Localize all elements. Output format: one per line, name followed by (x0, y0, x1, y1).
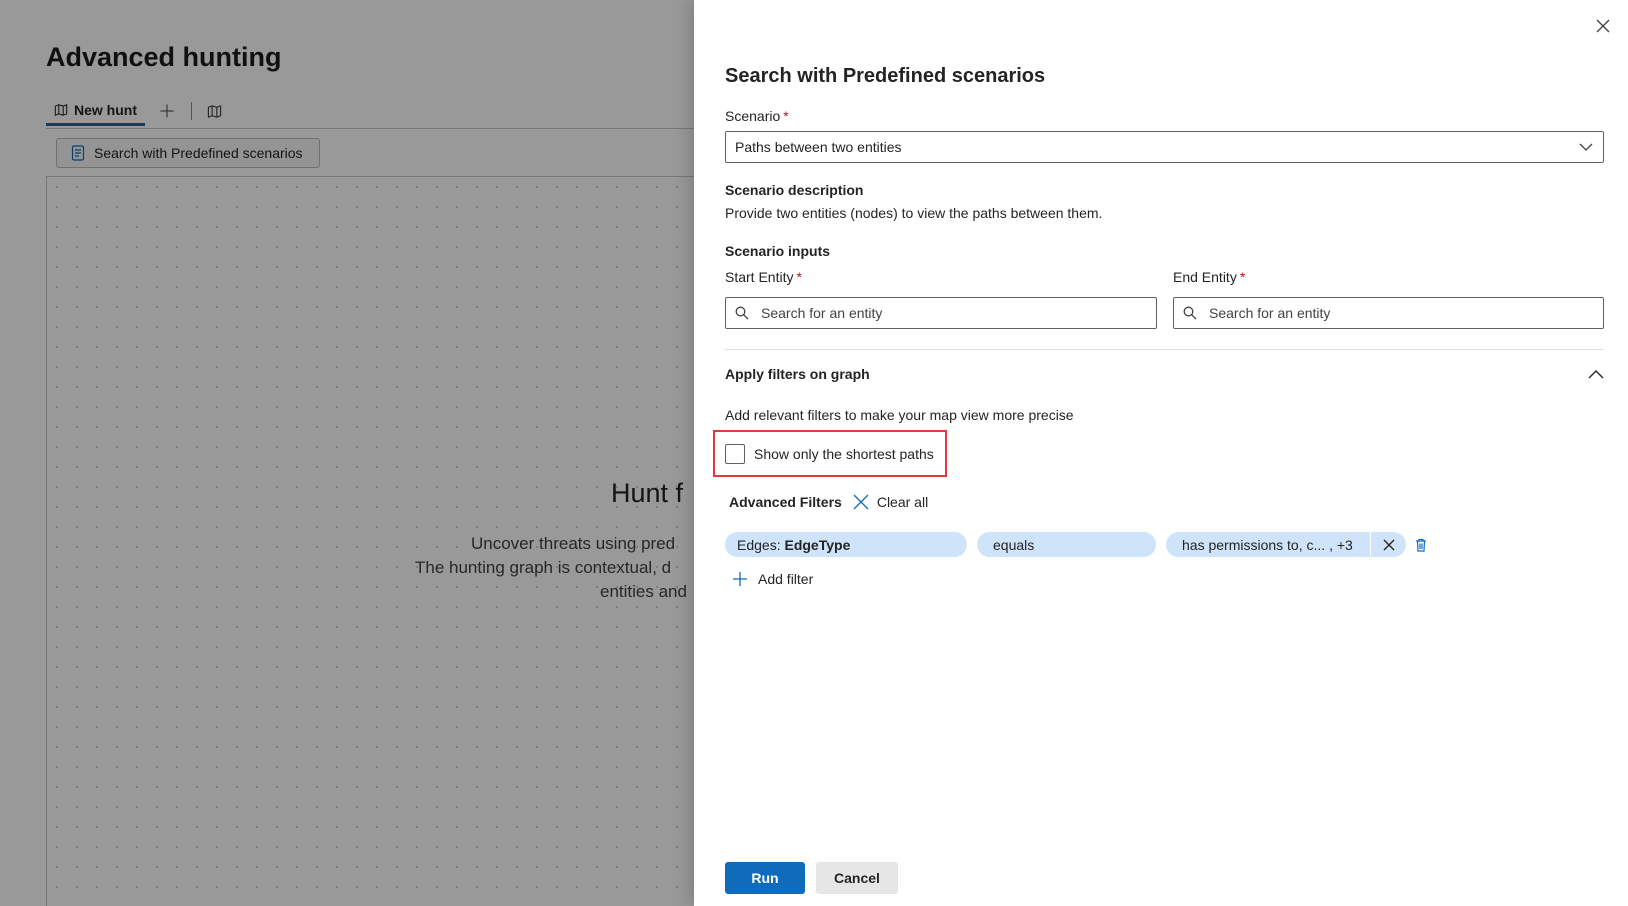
start-entity-search[interactable] (725, 297, 1157, 329)
chevron-down-icon (1579, 143, 1593, 151)
trash-icon (1416, 538, 1426, 552)
add-filter-button[interactable]: Add filter (732, 571, 813, 587)
chevron-up-icon (1588, 369, 1604, 378)
modal-overlay[interactable] (0, 0, 694, 906)
end-entity-label: End Entity * (1173, 269, 1245, 285)
filter-value-pill[interactable]: has permissions to, c... , +3 (1166, 532, 1370, 557)
section-divider (725, 349, 1604, 350)
filter-operator-pill[interactable]: equals (977, 532, 1156, 557)
plus-icon (733, 572, 747, 586)
filters-hint: Add relevant filters to make your map vi… (725, 407, 1074, 423)
shortest-paths-label: Show only the shortest paths (754, 446, 934, 462)
scenario-description-heading: Scenario description (725, 182, 864, 198)
filters-accordion-header[interactable]: Apply filters on graph (725, 362, 1604, 386)
scenario-selected-value: Paths between two entities (735, 139, 902, 155)
end-entity-search[interactable] (1173, 297, 1604, 329)
remove-filter-value-button[interactable] (1370, 532, 1406, 557)
shortest-paths-checkbox[interactable]: Show only the shortest paths (725, 444, 934, 464)
filter-field-name: EdgeType (784, 536, 851, 553)
filter-field-pill[interactable]: Edges: EdgeType (725, 532, 967, 557)
clear-all-label: Clear all (876, 494, 929, 510)
advanced-filters-title: Advanced Filters (729, 494, 842, 510)
start-entity-label-text: Start Entity (725, 269, 794, 285)
search-icon (735, 306, 749, 320)
scenario-inputs-heading: Scenario inputs (725, 243, 831, 259)
filters-accordion-title: Apply filters on graph (725, 366, 870, 382)
scenario-label-text: Scenario (725, 108, 781, 124)
end-entity-input[interactable] (1209, 305, 1549, 321)
close-button[interactable] (1592, 15, 1614, 37)
checkbox-box[interactable] (725, 444, 745, 464)
close-icon (1596, 19, 1610, 33)
required-marker: * (783, 108, 789, 124)
end-entity-label-text: End Entity (1173, 269, 1237, 285)
filter-value-more: , +3 (1329, 536, 1353, 553)
filter-operator-value: equals (993, 536, 1035, 553)
scenario-dropdown[interactable]: Paths between two entities (725, 131, 1604, 163)
predefined-scenarios-panel: Search with Predefined scenarios Scenari… (694, 0, 1628, 906)
dismiss-icon (853, 494, 869, 510)
search-icon (1183, 306, 1197, 320)
run-button[interactable]: Run (725, 862, 805, 894)
panel-title: Search with Predefined scenarios (725, 65, 1046, 87)
required-marker: * (796, 269, 802, 285)
scenario-label: Scenario * (725, 108, 789, 124)
cancel-button[interactable]: Cancel (816, 862, 898, 894)
start-entity-label: Start Entity * (725, 269, 802, 285)
filter-field-prefix: Edges: (737, 536, 781, 553)
advanced-filters-row: Advanced Filters Clear all (729, 494, 928, 510)
start-entity-input[interactable] (761, 305, 1101, 321)
clear-all-button[interactable]: Clear all (853, 494, 928, 510)
add-filter-label: Add filter (758, 571, 814, 587)
filter-value-text: has permissions to, c... (1182, 536, 1326, 553)
close-icon (1383, 539, 1394, 550)
delete-filter-button[interactable] (1412, 535, 1430, 555)
required-marker: * (1239, 269, 1246, 285)
scenario-description-text: Provide two entities (nodes) to view the… (725, 205, 1103, 221)
